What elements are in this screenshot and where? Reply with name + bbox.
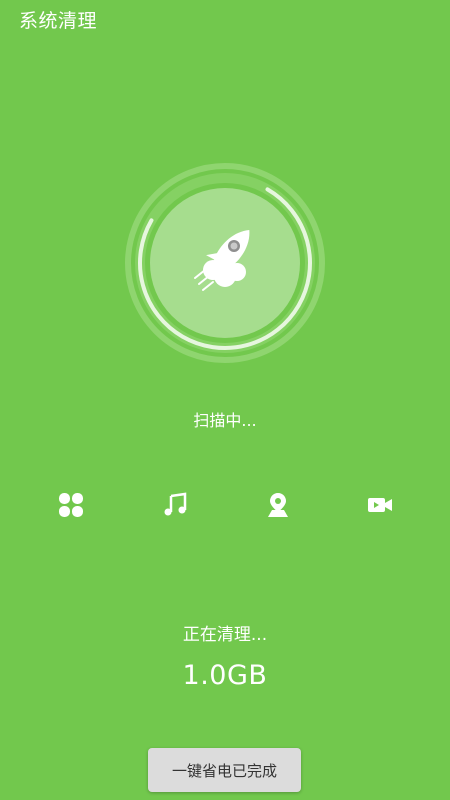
page-title: 系统清理	[19, 10, 98, 32]
apps-grid-icon	[56, 490, 86, 520]
system-clean-screen: 系统清理 扫描中... 正在清理... 1.0GB 一键省电已完成	[0, 0, 450, 800]
music-note-icon	[160, 490, 190, 520]
cleaned-size-value: 1.0GB	[182, 660, 268, 691]
cleaning-status-text: 正在清理...	[182, 625, 268, 645]
category-icon-row	[0, 490, 450, 520]
rocket-icon	[185, 218, 265, 298]
scan-progress-gauge	[125, 163, 325, 363]
scan-status-text: 扫描中...	[193, 411, 257, 430]
video-camera-icon	[365, 490, 395, 520]
map-pin-icon	[263, 490, 293, 520]
power-save-done-button[interactable]: 一键省电已完成	[148, 748, 301, 792]
